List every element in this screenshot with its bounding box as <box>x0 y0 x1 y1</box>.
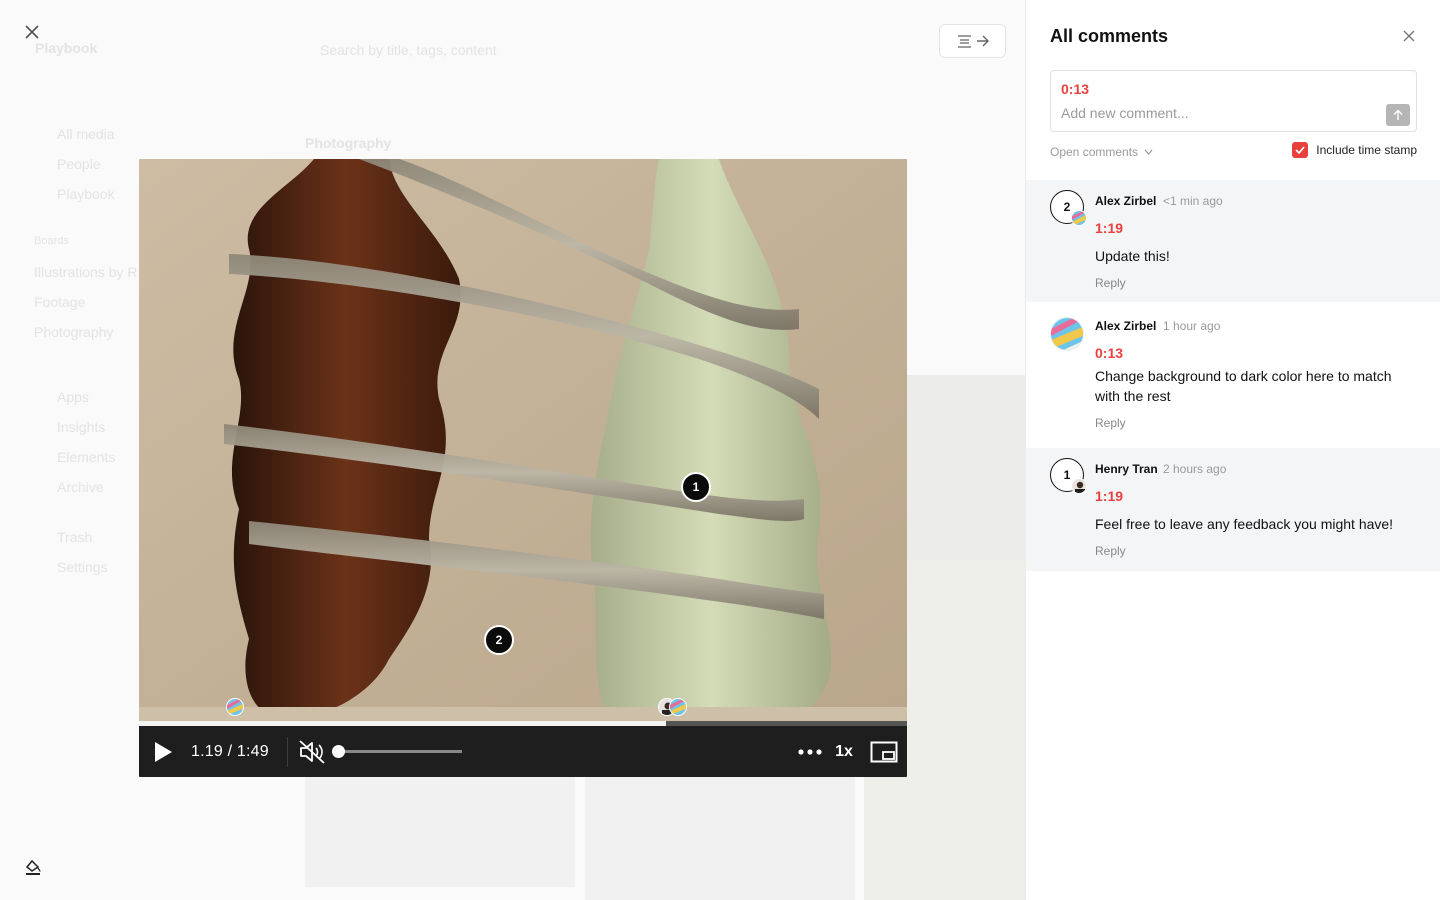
video-frame[interactable]: 1 2 <box>139 159 907 721</box>
include-timestamp-label: Include time stamp <box>1316 143 1417 157</box>
arrow-up-icon <box>1393 109 1403 120</box>
close-icon <box>25 25 39 39</box>
timeline-comment-marker[interactable] <box>669 698 687 716</box>
nav-archive: Archive <box>57 479 104 495</box>
volume-slider[interactable] <box>331 745 462 758</box>
comment-time: 2 hours ago <box>1163 462 1227 476</box>
player-controls: 1.19 / 1:49 1x <box>139 726 907 777</box>
paint-tool-button[interactable] <box>22 856 44 878</box>
checkmark-icon <box>1295 146 1305 154</box>
close-viewer-button[interactable] <box>20 20 44 44</box>
board-footage: Footage <box>34 294 86 310</box>
comment-item: 2 Alex Zirbel <1 min ago 1:19 Update thi… <box>1026 180 1440 302</box>
comment-filter-dropdown[interactable]: Open comments <box>1050 145 1153 159</box>
comment-pin-1[interactable]: 1 <box>681 472 711 502</box>
avatar-image <box>1072 211 1086 225</box>
include-timestamp-checkbox[interactable] <box>1292 142 1309 158</box>
video-frame-image <box>139 159 907 721</box>
comments-filter-row: Open comments Include time stamp <box>1050 142 1417 162</box>
section-title: Photography <box>305 135 392 151</box>
comment-author: Alex Zirbel <box>1095 319 1157 333</box>
reply-button[interactable]: Reply <box>1095 544 1126 558</box>
close-comments-button[interactable] <box>1399 26 1419 46</box>
search-placeholder: Search by title, tags, content <box>320 42 497 58</box>
controls-divider <box>286 736 288 767</box>
board-illustrations: Illustrations by R <box>34 264 138 280</box>
chevron-down-icon <box>1144 149 1153 155</box>
comment-text: Feel free to leave any feedback you migh… <box>1095 516 1394 532</box>
include-timestamp-toggle[interactable]: Include time stamp <box>1292 142 1417 158</box>
avatar <box>1050 317 1084 351</box>
picture-in-picture-icon <box>870 741 898 762</box>
comment-timestamp-link[interactable]: 1:19 <box>1095 488 1123 504</box>
paint-bucket-icon <box>25 859 41 875</box>
send-comment-button[interactable] <box>1386 104 1410 126</box>
pin-number: 2 <box>1063 200 1071 214</box>
time-display: 1.19 / 1:49 <box>191 742 269 760</box>
bg-tile <box>305 777 575 887</box>
new-comment-input[interactable] <box>1061 105 1371 121</box>
composer-timestamp[interactable]: 0:13 <box>1061 81 1089 97</box>
comment-author: Henry Tran <box>1095 462 1158 476</box>
nav-settings: Settings <box>57 559 108 575</box>
video-player[interactable]: 1 2 1.19 / 1:49 1x <box>139 159 907 777</box>
timeline-comment-marker[interactable] <box>226 698 244 716</box>
nav-insights: Insights <box>57 419 106 435</box>
reply-button[interactable]: Reply <box>1095 416 1126 430</box>
comment-filter-label: Open comments <box>1050 145 1139 159</box>
bg-tile <box>585 777 855 900</box>
comment-timestamp-link[interactable]: 1:19 <box>1095 220 1123 236</box>
comment-pin-badge[interactable]: 2 <box>1050 190 1087 226</box>
comment-author: Alex Zirbel <box>1095 194 1157 208</box>
workspace-name: Playbook <box>35 40 98 56</box>
comment-composer[interactable]: 0:13 <box>1050 70 1417 132</box>
more-options-button[interactable] <box>793 726 827 777</box>
panel-toggle-icon <box>957 35 989 48</box>
comment-pin-2[interactable]: 2 <box>484 625 514 655</box>
comment-item: 1 Henry Tran 2 hours ago 1:19 Feel free … <box>1026 448 1440 571</box>
playback-speed-button[interactable]: 1x <box>827 726 861 777</box>
reply-button[interactable]: Reply <box>1095 276 1126 290</box>
volume-muted-icon <box>299 739 325 764</box>
comment-text: Update this! <box>1095 248 1170 264</box>
board-photography: Photography <box>34 324 114 340</box>
mute-button[interactable] <box>290 726 334 777</box>
comment-time: <1 min ago <box>1163 194 1223 208</box>
more-dots-icon <box>798 748 822 755</box>
nav-apps: Apps <box>57 389 89 405</box>
boards-label: Boards <box>34 235 69 247</box>
pin-number: 1 <box>1063 468 1071 482</box>
nav-elements: Elements <box>57 449 116 465</box>
nav-trash: Trash <box>57 529 93 545</box>
avatar-image <box>1051 318 1083 350</box>
nav-playbook: Playbook <box>57 186 115 202</box>
comment-text: Change background to dark color here to … <box>1095 368 1392 404</box>
nav-all-media: All media <box>57 126 115 142</box>
avatar <box>1071 478 1087 494</box>
avatar <box>1071 210 1087 226</box>
toggle-comments-panel-button[interactable] <box>939 24 1006 58</box>
comments-panel: All comments 0:13 Open comments <box>1025 0 1440 900</box>
avatar-image <box>1072 479 1086 493</box>
picture-in-picture-button[interactable] <box>861 726 907 777</box>
comment-item: Alex Zirbel 1 hour ago 0:13 Change backg… <box>1026 302 1440 447</box>
bg-tile <box>907 375 1025 560</box>
nav-people: People <box>57 156 101 172</box>
comment-time: 1 hour ago <box>1163 319 1221 333</box>
close-icon <box>1403 30 1415 42</box>
comment-pin-badge[interactable]: 1 <box>1050 458 1087 494</box>
volume-handle[interactable] <box>331 745 345 758</box>
comment-timestamp-link[interactable]: 0:13 <box>1095 345 1123 361</box>
panel-title: All comments <box>1050 26 1169 46</box>
play-icon <box>155 741 172 762</box>
play-button[interactable] <box>141 726 185 777</box>
